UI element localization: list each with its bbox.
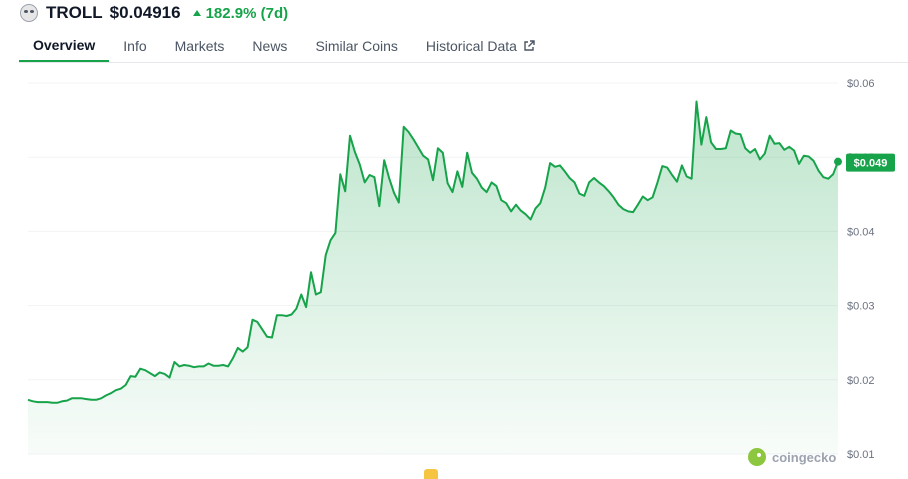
y-tick-label: $0.01 [847, 449, 875, 461]
watermark-text: coingecko [772, 449, 837, 465]
coingecko-watermark: coingecko [748, 448, 836, 466]
y-tick-label: $0.03 [847, 301, 875, 313]
partial-icon [424, 469, 438, 479]
current-price-label: $0.049 [854, 158, 888, 170]
price-area [28, 101, 838, 454]
y-tick-label: $0.02 [847, 375, 875, 387]
last-price-dot [834, 157, 842, 166]
price-chart[interactable]: $0.06$0.05$0.04$0.03$0.02$0.01 $0.049 [0, 0, 908, 477]
y-tick-label: $0.06 [847, 78, 875, 90]
coingecko-logo-icon [748, 448, 766, 466]
y-tick-label: $0.04 [847, 226, 875, 238]
